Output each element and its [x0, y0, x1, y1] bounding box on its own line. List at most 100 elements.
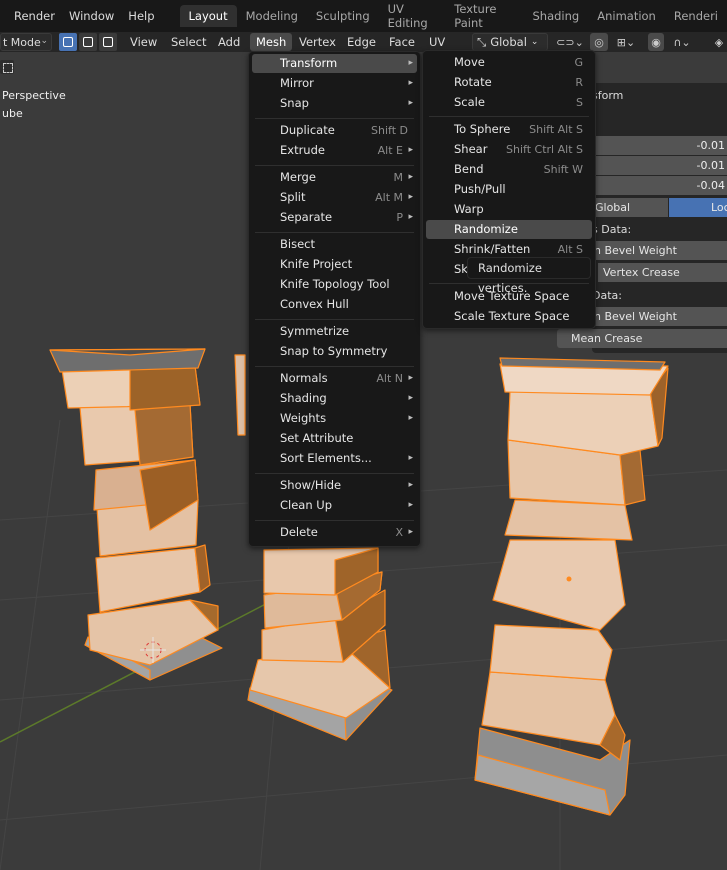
- menu-separator: [255, 473, 414, 474]
- menu-item-mirror[interactable]: Mirror ▸: [252, 74, 417, 93]
- bevel-weight-2-button[interactable]: n Bevel Weight: [592, 307, 727, 326]
- header-menu-vertex[interactable]: Vertex: [293, 33, 342, 51]
- menu-render[interactable]: Render: [7, 9, 62, 23]
- menu-item-shear[interactable]: Shear Shift Ctrl Alt S: [426, 140, 592, 159]
- header-menu-view[interactable]: View: [124, 33, 163, 51]
- header-menu-uv[interactable]: UV: [423, 33, 451, 51]
- menu-item-scale-texture-space[interactable]: Scale Texture Space: [426, 307, 592, 326]
- menu-item-scale[interactable]: Scale S: [426, 93, 592, 112]
- viewport-header: t Mode ⌄ View Select Add Mesh Vertex Edg…: [0, 32, 727, 52]
- header-menu-edge[interactable]: Edge: [341, 33, 382, 51]
- falloff-icon[interactable]: ∩⌄: [668, 33, 696, 51]
- viewport-view-label: Perspective: [2, 89, 66, 102]
- move-z-field[interactable]: -0.04: [592, 176, 727, 195]
- snap-target-icon[interactable]: ⊞⌄: [611, 33, 641, 51]
- menu-item-transform[interactable]: Transform ▸: [252, 54, 417, 73]
- menu-item-delete[interactable]: Delete X ▸: [252, 523, 417, 542]
- mode-select[interactable]: t Mode ⌄: [0, 33, 52, 51]
- orientation-local-button[interactable]: Loc: [669, 198, 727, 217]
- vertex-crease-button[interactable]: Vertex Crease: [598, 263, 727, 282]
- menu-item-duplicate[interactable]: Duplicate Shift D: [252, 121, 417, 140]
- proportional-edit-icon[interactable]: ◉: [648, 33, 664, 51]
- chevron-down-icon: ⌄: [40, 36, 48, 46]
- menu-item-to-sphere[interactable]: To Sphere Shift Alt S: [426, 120, 592, 139]
- menu-item-snap[interactable]: Snap ▸: [252, 94, 417, 113]
- header-menu-face[interactable]: Face: [383, 33, 421, 51]
- menu-item-separate[interactable]: Separate P ▸: [252, 208, 417, 227]
- menu-item-clean-up[interactable]: Clean Up ▸: [252, 496, 417, 515]
- face-select-icon: [103, 37, 113, 47]
- move-y-field[interactable]: -0.01: [592, 156, 727, 175]
- tab-sculpting[interactable]: Sculpting: [307, 5, 379, 27]
- tab-layout[interactable]: Layout: [179, 5, 237, 27]
- menu-item-convex-hull[interactable]: Convex Hull: [252, 295, 417, 314]
- pillar-right: [474, 357, 669, 816]
- menu-item-set-attribute[interactable]: Set Attribute: [252, 429, 417, 448]
- bevel-weight-button[interactable]: n Bevel Weight: [592, 241, 727, 260]
- overlay-icon[interactable]: ◈: [712, 33, 726, 51]
- tab-shading[interactable]: Shading: [524, 5, 589, 27]
- vertex-select-button[interactable]: [59, 33, 77, 51]
- edge-select-button[interactable]: [79, 33, 97, 51]
- header-menu-add[interactable]: Add: [212, 33, 246, 51]
- menu-item-randomize[interactable]: Randomize: [426, 220, 592, 239]
- menu-item-symmetrize[interactable]: Symmetrize: [252, 322, 417, 341]
- transform-orientation-select[interactable]: ⤡ Global ⌄: [472, 33, 548, 51]
- chevron-down-icon: ⌄: [530, 37, 539, 47]
- menu-item-shading[interactable]: Shading ▸: [252, 389, 417, 408]
- face-select-button[interactable]: [99, 33, 117, 51]
- tab-uv-editing[interactable]: UV Editing: [379, 2, 446, 30]
- select-box-tool-icon[interactable]: [0, 60, 14, 74]
- orientation-icon: ⤡: [477, 34, 487, 49]
- menu-separator: [255, 118, 414, 119]
- move-x-field[interactable]: -0.01: [592, 136, 727, 155]
- snap-toggle-icon[interactable]: ◎: [590, 33, 608, 51]
- menu-item-warp[interactable]: Warp: [426, 200, 592, 219]
- mesh-menu: Transform ▸ Mirror ▸ Snap ▸ Duplicate Shift …: [248, 51, 421, 547]
- top-bar: Render Window Help Layout Modeling Sculp…: [0, 0, 727, 32]
- menu-item-show-hide[interactable]: Show/Hide ▸: [252, 476, 417, 495]
- menu-item-merge[interactable]: Merge M ▸: [252, 168, 417, 187]
- menu-separator: [255, 165, 414, 166]
- menu-item-bend[interactable]: Bend Shift W: [426, 160, 592, 179]
- menu-separator: [429, 116, 589, 117]
- menu-item-bisect[interactable]: Bisect: [252, 235, 417, 254]
- origin-dot: [566, 576, 572, 582]
- mean-crease-button[interactable]: Mean Crease: [557, 329, 727, 348]
- menu-item-push-pull[interactable]: Push/Pull: [426, 180, 592, 199]
- orientation-global-button[interactable]: Global: [592, 198, 668, 217]
- data-label: Data:: [592, 289, 622, 302]
- tab-texture-paint[interactable]: Texture Paint: [445, 2, 523, 30]
- tab-animation[interactable]: Animation: [588, 5, 665, 27]
- menu-help[interactable]: Help: [121, 9, 161, 23]
- mode-label: t Mode: [3, 35, 41, 49]
- menu-item-knife-project[interactable]: Knife Project: [252, 255, 417, 274]
- menu-item-sort-elements[interactable]: Sort Elements... ▸: [252, 449, 417, 468]
- menu-item-split[interactable]: Split Alt M ▸: [252, 188, 417, 207]
- header-menu-select[interactable]: Select: [165, 33, 212, 51]
- orientation-label: Global: [490, 35, 527, 49]
- edge-select-icon: [83, 37, 93, 47]
- panel-title: sform: [592, 89, 624, 102]
- tab-modeling[interactable]: Modeling: [237, 5, 307, 27]
- randomize-tooltip: Randomize vertices.: [467, 257, 591, 295]
- adjust-last-operation-panel: sform : -0.01 -0.01 -0.04 Global Loc s D…: [592, 83, 727, 353]
- menu-separator: [255, 319, 414, 320]
- menu-item-normals[interactable]: Normals Alt N ▸: [252, 369, 417, 388]
- header-menu-mesh[interactable]: Mesh: [250, 33, 293, 51]
- menu-separator: [255, 520, 414, 521]
- menu-separator: [255, 232, 414, 233]
- menu-item-extrude[interactable]: Extrude Alt E ▸: [252, 141, 417, 160]
- snap-icon[interactable]: ⊂⊃⌄: [556, 33, 584, 51]
- vertex-select-icon: [63, 37, 73, 47]
- menu-item-rotate[interactable]: Rotate R: [426, 73, 592, 92]
- menu-item-knife-topology-tool[interactable]: Knife Topology Tool: [252, 275, 417, 294]
- menu-item-snap-to-symmetry[interactable]: Snap to Symmetry: [252, 342, 417, 361]
- edit-data-label: s Data:: [592, 223, 632, 236]
- menu-window[interactable]: Window: [62, 9, 121, 23]
- viewport-object-label: ube: [2, 107, 23, 120]
- tab-rendering[interactable]: Renderi: [665, 5, 727, 27]
- menu-item-move[interactable]: Move G: [426, 53, 592, 72]
- menu-item-weights[interactable]: Weights ▸: [252, 409, 417, 428]
- workspace-tabs: Layout Modeling Sculpting UV Editing Tex…: [179, 2, 727, 30]
